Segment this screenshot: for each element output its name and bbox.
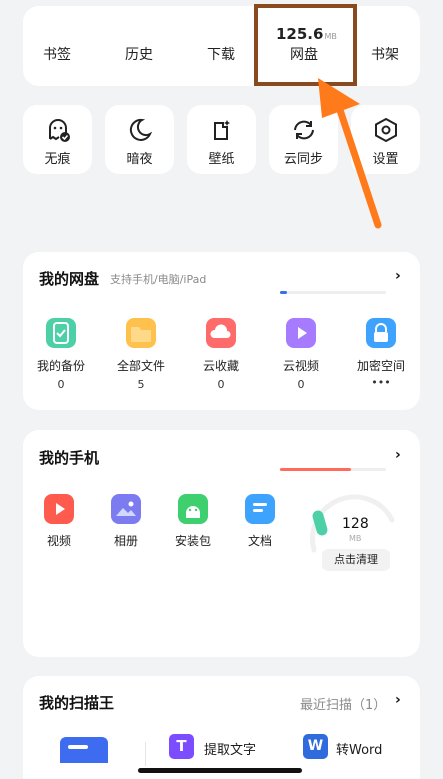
folder-icon[interactable]	[126, 318, 156, 348]
chevron-right-icon[interactable]: ›	[395, 268, 401, 284]
app-label: 相册	[113, 534, 138, 548]
app-label: 我的备份	[36, 359, 85, 373]
lock-icon[interactable]	[366, 318, 396, 348]
storage-value: 128	[342, 516, 369, 532]
album-icon[interactable]	[111, 494, 141, 524]
clean-button[interactable]: 点击清理	[322, 549, 390, 571]
app-label: 安装包	[174, 534, 211, 548]
scan-document-icon[interactable]	[60, 737, 108, 763]
recent-scans-link[interactable]: 最近扫描（1）	[300, 694, 386, 713]
divider	[145, 742, 146, 766]
to-word-label[interactable]: 转Word	[336, 739, 382, 758]
cloud-video-icon[interactable]	[286, 318, 316, 348]
app-count: •••	[371, 376, 391, 389]
text-extract-icon[interactable]: T	[169, 734, 194, 759]
storage-usage-bar	[280, 291, 386, 294]
phone-storage-fill	[280, 468, 352, 471]
home-indicator[interactable]	[138, 768, 302, 773]
tool-wallpaper[interactable]: 壁纸	[187, 105, 256, 174]
backup-icon[interactable]	[46, 318, 76, 348]
extract-text-label[interactable]: 提取文字	[204, 739, 256, 758]
video-icon[interactable]	[44, 494, 74, 524]
nav-bookmarks[interactable]: 书签	[32, 44, 82, 64]
net-disk-subtitle: 支持手机/电脑/iPad	[110, 273, 207, 286]
scanner-title: 我的扫描王	[39, 694, 115, 712]
android-package-icon[interactable]	[178, 494, 208, 524]
app-label: 文档	[247, 534, 272, 548]
nav-history[interactable]: 历史	[114, 44, 164, 64]
wallpaper-icon	[213, 120, 230, 140]
nav-bookshelf[interactable]: 书架	[360, 44, 410, 64]
chevron-right-icon[interactable]: ›	[395, 692, 401, 708]
tool-label: 暗夜	[126, 152, 153, 167]
app-count: 0	[57, 378, 65, 391]
cloud-favorite-icon[interactable]	[206, 318, 236, 348]
tool-dark-mode[interactable]: 暗夜	[105, 105, 174, 174]
app-count: 5	[137, 378, 145, 391]
phone-title: 我的手机	[39, 449, 100, 467]
nav-downloads[interactable]: 下载	[196, 44, 246, 64]
tool-label: 壁纸	[208, 152, 235, 167]
app-label: 云收藏	[202, 359, 239, 373]
storage-unit: MB	[349, 534, 362, 543]
app-label: 全部文件	[116, 359, 165, 373]
annotation-arrow	[318, 78, 382, 229]
storage-usage-fill	[280, 291, 288, 294]
net-disk-title: 我的网盘	[39, 270, 100, 288]
document-icon[interactable]	[245, 494, 275, 524]
word-icon[interactable]: W	[303, 734, 328, 759]
ghost-icon	[48, 119, 70, 142]
moon-icon	[129, 118, 152, 141]
tool-incognito[interactable]: 无痕	[23, 105, 92, 174]
app-label: 视频	[46, 534, 71, 548]
phone-storage-bar	[280, 468, 386, 471]
tool-label: 无痕	[44, 152, 71, 167]
app-label: 加密空间	[356, 359, 405, 373]
app-label: 云视频	[282, 359, 319, 373]
chevron-right-icon[interactable]: ›	[395, 447, 401, 463]
app-count: 0	[217, 378, 225, 391]
app-count: 0	[297, 378, 305, 391]
